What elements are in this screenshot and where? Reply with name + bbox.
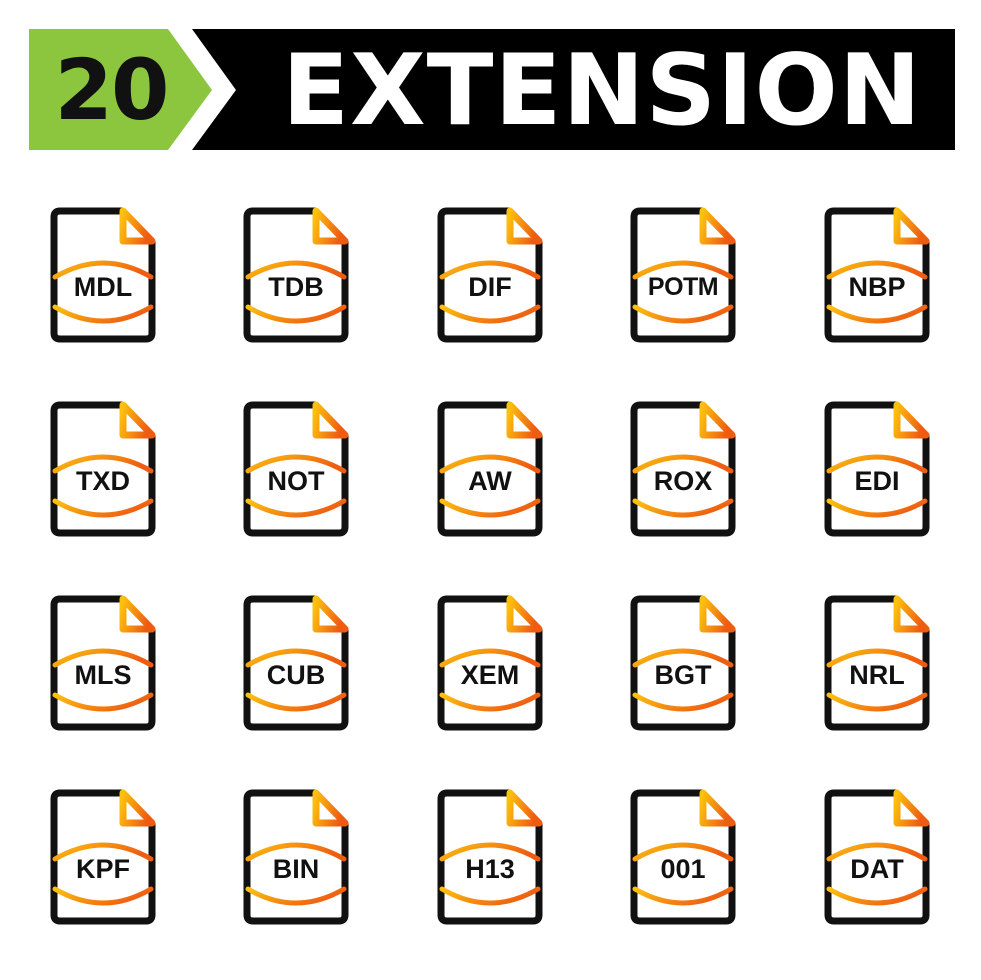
folded-corner-icon [119,789,156,827]
file-icon-kpf: KPF [48,787,158,927]
extension-label: KPF [76,854,130,884]
arc-bottom [245,498,347,518]
arc-bottom [632,498,734,518]
arc-bottom [439,304,541,324]
arc-bottom [826,304,928,324]
folded-corner-icon [699,595,736,633]
arc-bottom [52,304,154,324]
folded-corner-icon [699,401,736,439]
extension-label: XEM [460,660,520,690]
arc-bottom [52,886,154,906]
extension-label: EDI [854,466,900,496]
extension-label: MDL [73,272,133,302]
folded-corner-icon [312,789,349,827]
folded-corner-icon [312,595,349,633]
file-icon-bin: BIN [241,787,351,927]
file-icon-nrl: NRL [822,593,932,733]
arc-bottom [439,498,541,518]
extension-label: H13 [465,854,515,884]
extension-label: NRL [849,660,905,690]
arc-bottom [826,692,928,712]
folded-corner-icon [893,207,930,245]
folded-corner-icon [699,207,736,245]
folded-corner-icon [119,207,156,245]
file-icon-bgt: BGT [628,593,738,733]
extension-label: ROX [653,466,713,496]
folded-corner-icon [893,789,930,827]
file-icon-xem: XEM [435,593,545,733]
arc-bottom [245,692,347,712]
extension-label: TXD [76,466,130,496]
extension-label: POTM [647,273,719,301]
file-icon-txd: TXD [48,399,158,539]
file-icon-rox: ROX [628,399,738,539]
file-icon-tdb: TDB [241,205,351,345]
file-icon-001: 001 [628,787,738,927]
extension-label: 001 [660,854,706,884]
folded-corner-icon [506,207,543,245]
arc-bottom [632,886,734,906]
arc-bottom [52,692,154,712]
file-icon-mls: MLS [48,593,158,733]
extension-label: DAT [850,854,904,884]
extension-label: DIF [468,272,512,302]
file-icon-aw: AW [435,399,545,539]
arc-bottom [439,886,541,906]
arc-bottom [245,886,347,906]
folded-corner-icon [893,595,930,633]
icon-grid: MDL TDB DIF POTM NBP TXD NOT AW ROX EDI MLS CUB XEM B… [0,0,981,980]
extension-label: BIN [272,854,320,884]
folded-corner-icon [119,401,156,439]
extension-label: MLS [74,660,132,690]
file-icon-nbp: NBP [822,205,932,345]
arc-bottom [826,498,928,518]
arc-bottom [826,886,928,906]
folded-corner-icon [506,789,543,827]
arc-bottom [632,304,734,324]
extension-label: NBP [848,272,906,302]
extension-label: CUB [266,660,326,690]
file-icon-edi: EDI [822,399,932,539]
file-icon-dat: DAT [822,787,932,927]
arc-bottom [439,692,541,712]
arc-bottom [632,692,734,712]
file-icon-h13: H13 [435,787,545,927]
file-icon-potm: POTM [628,205,738,345]
folded-corner-icon [506,595,543,633]
extension-label: NOT [267,466,325,496]
folded-corner-icon [119,595,156,633]
file-icon-cub: CUB [241,593,351,733]
file-icon-dif: DIF [435,205,545,345]
file-icon-mdl: MDL [48,205,158,345]
file-icon-not: NOT [241,399,351,539]
extension-label: AW [468,466,512,496]
folded-corner-icon [312,401,349,439]
arc-bottom [52,498,154,518]
extension-label: TDB [268,272,324,302]
folded-corner-icon [699,789,736,827]
folded-corner-icon [893,401,930,439]
folded-corner-icon [312,207,349,245]
arc-bottom [245,304,347,324]
extension-label: BGT [654,660,712,690]
folded-corner-icon [506,401,543,439]
